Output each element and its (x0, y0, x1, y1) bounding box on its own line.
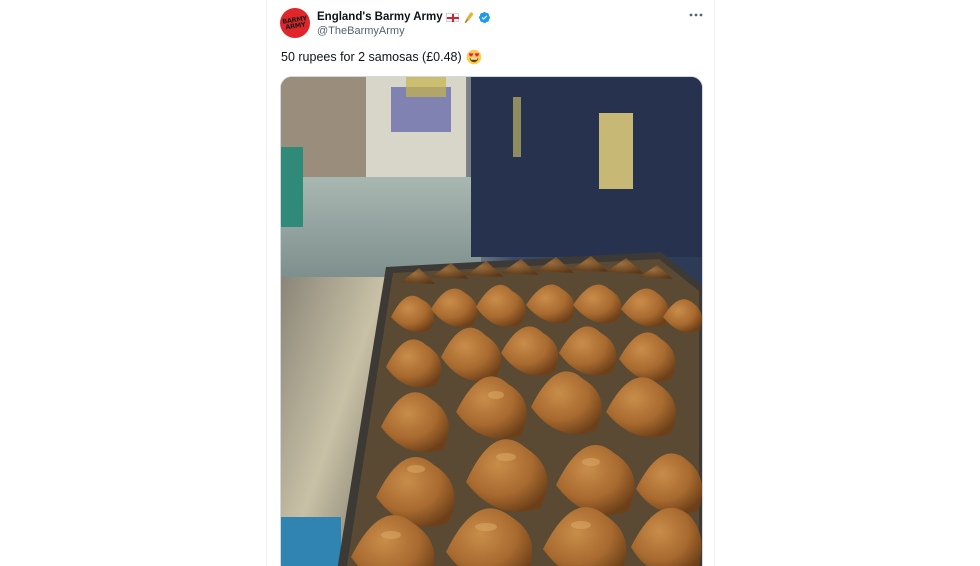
england-flag-icon (445, 12, 459, 22)
tweet-media-photo[interactable] (280, 76, 703, 566)
avatar[interactable]: BARMY ARMY (280, 8, 310, 38)
author-handle[interactable]: @TheBarmyArmy (317, 25, 405, 37)
author-display-name[interactable]: England's Barmy Army (317, 11, 443, 23)
more-options-button[interactable] (685, 6, 707, 24)
samosa-photo (281, 77, 702, 566)
page: BARMY ARMY England's Barmy Army @TheBarm… (0, 0, 980, 566)
more-options-icon (689, 13, 703, 17)
tweet-card[interactable]: BARMY ARMY England's Barmy Army @TheBarm… (266, 0, 715, 566)
avatar-logo-text: BARMY ARMY (281, 14, 308, 32)
verified-badge-icon (478, 11, 490, 23)
cricket-bat-icon (464, 11, 473, 23)
author-name-row: England's Barmy Army (317, 9, 491, 25)
tweet-text-content: 50 rupees for 2 samosas (£0.48) (281, 50, 462, 64)
tweet-text: 50 rupees for 2 samosas (£0.48) (281, 49, 482, 65)
heart-eyes-emoji-icon (466, 49, 481, 65)
